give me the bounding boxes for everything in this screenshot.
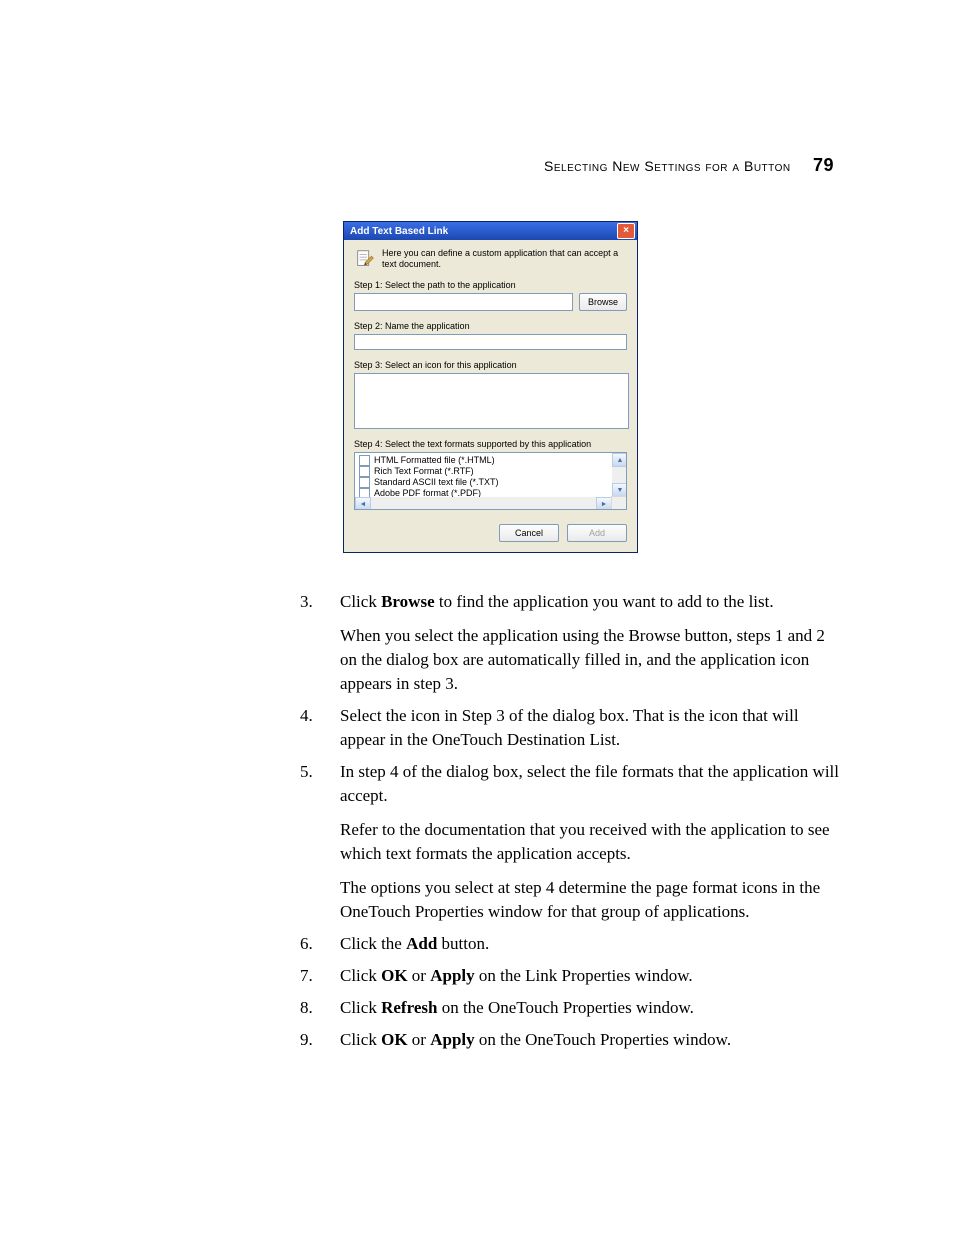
checkbox-icon[interactable] — [359, 455, 370, 466]
add-keyword: Add — [406, 934, 437, 953]
scrollbar-corner — [611, 496, 626, 509]
step-item: 5. In step 4 of the dialog box, select t… — [300, 760, 840, 924]
apply-keyword: Apply — [430, 966, 474, 985]
step-item: 3. Click Browse to find the application … — [300, 590, 840, 696]
step-item: 6. Click the Add button. — [300, 932, 840, 956]
format-label: HTML Formatted file (*.HTML) — [374, 455, 495, 466]
ok-keyword: OK — [381, 966, 407, 985]
format-label: Standard ASCII text file (*.TXT) — [374, 477, 499, 488]
horizontal-scrollbar[interactable]: ◄ ► — [355, 497, 612, 509]
step1-label: Step 1: Select the path to the applicati… — [354, 280, 627, 290]
application-path-input[interactable] — [354, 293, 573, 311]
scroll-down-icon[interactable]: ▼ — [612, 483, 627, 497]
cancel-button[interactable]: Cancel — [499, 524, 559, 542]
icon-selection-box[interactable] — [354, 373, 629, 429]
instruction-list: 3. Click Browse to find the application … — [300, 590, 840, 1060]
page-number: 79 — [813, 155, 834, 175]
step4-label: Step 4: Select the text formats supporte… — [354, 439, 627, 449]
format-label: Adobe PDF format (*.PDF) — [374, 488, 481, 497]
checkbox-icon[interactable] — [359, 466, 370, 477]
browse-button[interactable]: Browse — [579, 293, 627, 311]
header-text: Selecting New Settings for a Button — [544, 158, 791, 174]
dialog-titlebar[interactable]: Add Text Based Link × — [344, 222, 637, 240]
format-label: Rich Text Format (*.RTF) — [374, 466, 474, 477]
scroll-up-icon[interactable]: ▲ — [612, 453, 627, 467]
step3-label: Step 3: Select an icon for this applicat… — [354, 360, 627, 370]
vertical-scrollbar[interactable]: ▲ ▼ — [612, 453, 626, 497]
refresh-keyword: Refresh — [381, 998, 437, 1017]
ok-keyword: OK — [381, 1030, 407, 1049]
step-item: 4. Select the icon in Step 3 of the dial… — [300, 704, 840, 752]
step-item: 9. Click OK or Apply on the OneTouch Pro… — [300, 1028, 840, 1052]
formats-listbox: HTML Formatted file (*.HTML) Rich Text F… — [354, 452, 627, 510]
checkbox-icon[interactable] — [359, 488, 370, 497]
format-option[interactable]: HTML Formatted file (*.HTML) — [359, 455, 608, 466]
document-pen-icon — [354, 248, 376, 270]
scroll-left-icon[interactable]: ◄ — [355, 497, 371, 510]
step-item: 7. Click OK or Apply on the Link Propert… — [300, 964, 840, 988]
apply-keyword: Apply — [430, 1030, 474, 1049]
dialog-intro-text: Here you can define a custom application… — [382, 248, 627, 270]
add-text-link-dialog: Add Text Based Link × Here you can defin… — [343, 221, 638, 553]
scroll-right-icon[interactable]: ► — [596, 497, 612, 510]
format-option[interactable]: Rich Text Format (*.RTF) — [359, 466, 608, 477]
format-option[interactable]: Adobe PDF format (*.PDF) — [359, 488, 608, 497]
close-icon[interactable]: × — [617, 223, 635, 239]
checkbox-icon[interactable] — [359, 477, 370, 488]
dialog-title: Add Text Based Link — [350, 226, 448, 237]
application-name-input[interactable] — [354, 334, 627, 350]
step2-label: Step 2: Name the application — [354, 321, 627, 331]
step-item: 8. Click Refresh on the OneTouch Propert… — [300, 996, 840, 1020]
format-option[interactable]: Standard ASCII text file (*.TXT) — [359, 477, 608, 488]
page-header: Selecting New Settings for a Button 79 — [544, 155, 834, 176]
add-button[interactable]: Add — [567, 524, 627, 542]
browse-keyword: Browse — [381, 592, 435, 611]
